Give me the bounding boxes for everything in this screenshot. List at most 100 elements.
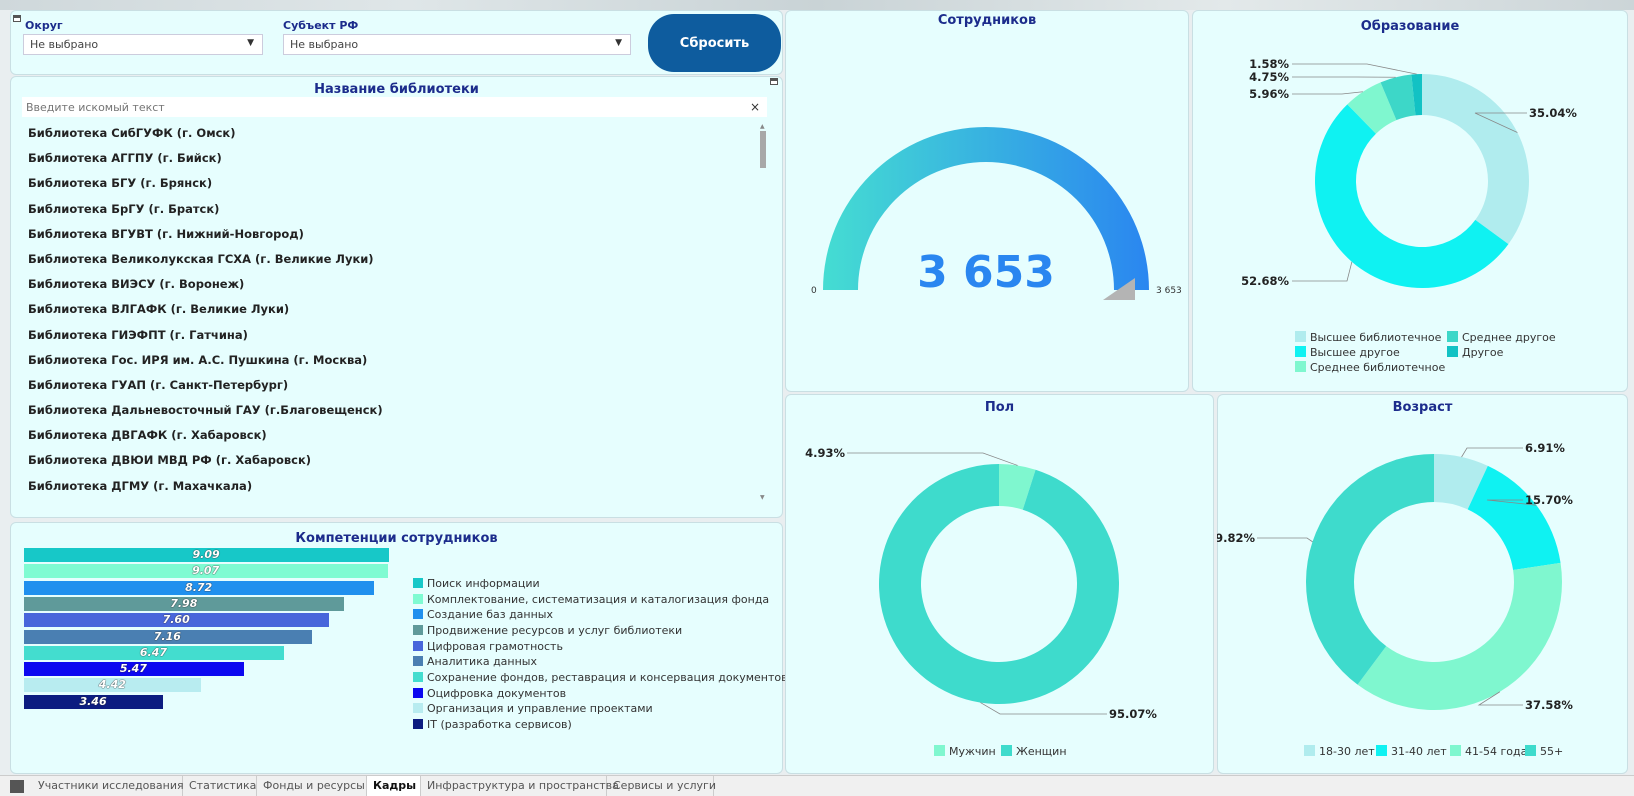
employees-gauge: 3 65303 653: [785, 10, 1189, 392]
library-list-item[interactable]: Библиотека ДГМУ (г. Махачкала): [22, 474, 762, 499]
label-leader-line: [1292, 92, 1363, 94]
legend-label: IT (разработка сервисов): [427, 718, 572, 731]
legend-label: Сохранение фондов, реставрация и консерв…: [427, 671, 788, 684]
legend-item[interactable]: Мужчин: [934, 745, 996, 758]
tab-2[interactable]: Статистика: [183, 776, 257, 796]
reset-button[interactable]: Сбросить: [648, 14, 781, 72]
legend-item: Поиск информации: [413, 577, 540, 592]
donut-slice[interactable]: [1468, 466, 1561, 570]
donut-slice[interactable]: [879, 464, 1119, 704]
bar-value-label: 9.07: [192, 564, 219, 577]
legend-label: Поиск информации: [427, 577, 540, 590]
bar-value-label: 7.60: [163, 613, 190, 626]
slice-label: 4.75%: [1249, 70, 1289, 84]
legend-item: Продвижение ресурсов и услуг библиотеки: [413, 624, 682, 639]
legend-item[interactable]: Другое: [1447, 346, 1503, 359]
tab-5[interactable]: Инфраструктура и пространства: [421, 776, 607, 796]
legend-item[interactable]: Высшее библиотечное: [1295, 331, 1441, 344]
library-list-item[interactable]: Библиотека ВГУВТ (г. Нижний-Новгород): [22, 222, 762, 247]
legend-swatch: [1295, 346, 1306, 357]
library-list-item[interactable]: Библиотека БрГУ (г. Братск): [22, 197, 762, 222]
bar-value-label: 9.09: [193, 548, 220, 561]
library-list-item[interactable]: Библиотека АГГПУ (г. Бийск): [22, 146, 762, 171]
tab-4[interactable]: Кадры: [367, 776, 421, 796]
legend-label: 31-40 лет: [1391, 745, 1447, 758]
legend-item[interactable]: Высшее другое: [1295, 346, 1400, 359]
library-search-input[interactable]: [22, 97, 767, 117]
legend-swatch: [413, 672, 423, 682]
label-leader-line: [980, 703, 1107, 714]
donut-slice[interactable]: [1306, 454, 1434, 685]
sheet-menu-icon[interactable]: [10, 780, 24, 793]
label-leader-line: [847, 453, 1018, 465]
scroll-up-icon[interactable]: ▲: [760, 123, 765, 130]
chevron-down-icon: ▼: [247, 38, 254, 48]
legend-swatch: [1295, 331, 1306, 342]
label-leader-line: [1292, 262, 1352, 281]
legend-item[interactable]: Среднее библиотечное: [1295, 361, 1445, 374]
legend-item[interactable]: 41-54 года: [1450, 745, 1527, 758]
legend-label: Мужчин: [949, 745, 996, 758]
legend-item[interactable]: 31-40 лет: [1376, 745, 1447, 758]
slice-label: 35.04%: [1529, 106, 1577, 120]
legend-swatch: [1447, 346, 1458, 357]
subject-label: Субъект РФ: [283, 19, 358, 32]
legend-label: Женщин: [1016, 745, 1067, 758]
scroll-down-icon[interactable]: ▼: [760, 494, 765, 501]
legend-item[interactable]: Среднее другое: [1447, 331, 1556, 344]
sheet-tab-bar: Участники исследованияСтатистикаФонды и …: [0, 775, 1634, 796]
subject-select-value: Не выбрано: [290, 38, 358, 51]
legend-swatch: [413, 625, 423, 635]
library-list-item[interactable]: Библиотека ВЛГАФК (г. Великие Луки): [22, 297, 762, 322]
gender-donut-chart: 4.93% 95.07%: [785, 394, 1214, 774]
gauge-value: 3 653: [917, 247, 1055, 298]
legend-swatch: [413, 719, 423, 729]
library-list-item[interactable]: Библиотека Дальневосточный ГАУ (г.Благов…: [22, 398, 762, 423]
legend-swatch: [1450, 745, 1461, 756]
slice-label: 5.96%: [1249, 87, 1289, 101]
tab-3[interactable]: Фонды и ресурсы: [257, 776, 367, 796]
donut-slice[interactable]: [1358, 563, 1562, 710]
library-list-item[interactable]: Библиотека СибГУФК (г. Омск): [22, 121, 762, 146]
legend-item: Цифровая грамотность: [413, 640, 563, 655]
donut-slice[interactable]: [1422, 74, 1529, 244]
legend-item[interactable]: 18-30 лет: [1304, 745, 1375, 758]
subject-select[interactable]: Не выбрано ▼: [283, 34, 631, 55]
legend-item: Сохранение фондов, реставрация и консерв…: [413, 671, 788, 686]
tab-6[interactable]: Сервисы и услуги: [607, 776, 714, 796]
bar-value-label: 6.47: [140, 646, 167, 659]
legend-item[interactable]: Женщин: [1001, 745, 1067, 758]
legend-label: 18-30 лет: [1319, 745, 1375, 758]
bar-value-label: 5.47: [120, 662, 147, 675]
bar-value-label: 3.46: [79, 695, 106, 708]
legend-item[interactable]: 55+: [1525, 745, 1563, 758]
bar-value-label: 8.72: [185, 581, 212, 594]
tab-1[interactable]: Участники исследования: [32, 776, 183, 796]
legend-item: Создание баз данных: [413, 608, 553, 623]
okrug-select[interactable]: Не выбрано ▼: [23, 34, 263, 55]
library-list-item[interactable]: Библиотека ВИЭСУ (г. Воронеж): [22, 272, 762, 297]
library-list-item[interactable]: Библиотека ГУАП (г. Санкт-Петербург): [22, 373, 762, 398]
legend-item: Оцифровка документов: [413, 687, 566, 702]
legend-item: Аналитика данных: [413, 655, 537, 670]
library-list-item[interactable]: Библиотека БГУ (г. Брянск): [22, 171, 762, 196]
legend-swatch: [413, 609, 423, 619]
slice-label: 37.58%: [1525, 698, 1573, 712]
library-list-item[interactable]: Библиотека ДВГАФК (г. Хабаровск): [22, 423, 762, 448]
gauge-max-label: 3 653: [1156, 286, 1182, 296]
slice-label: 6.91%: [1525, 441, 1565, 455]
library-list-item[interactable]: Библиотека ГИЭФПТ (г. Гатчина): [22, 323, 762, 348]
slice-label: 95.07%: [1109, 707, 1157, 721]
minimize-icon[interactable]: [13, 15, 21, 22]
library-list-item[interactable]: Библиотека Великолукская ГСХА (г. Велики…: [22, 247, 762, 272]
library-list-item[interactable]: Библиотека ДВЮИ МВД РФ (г. Хабаровск): [22, 448, 762, 473]
scrollbar-thumb[interactable]: [760, 131, 766, 168]
library-panel-title: Название библиотеки: [10, 82, 783, 97]
age-donut-chart: 6.91%15.70%37.58%39.82%: [1217, 394, 1628, 774]
slice-label: 1.58%: [1249, 57, 1289, 71]
library-list-item[interactable]: Библиотека Гос. ИРЯ им. А.С. Пушкина (г.…: [22, 348, 762, 373]
label-leader-line: [1257, 538, 1312, 542]
clear-icon[interactable]: ×: [750, 100, 760, 114]
okrug-label: Округ: [25, 19, 63, 32]
slice-label: 4.93%: [805, 446, 845, 460]
